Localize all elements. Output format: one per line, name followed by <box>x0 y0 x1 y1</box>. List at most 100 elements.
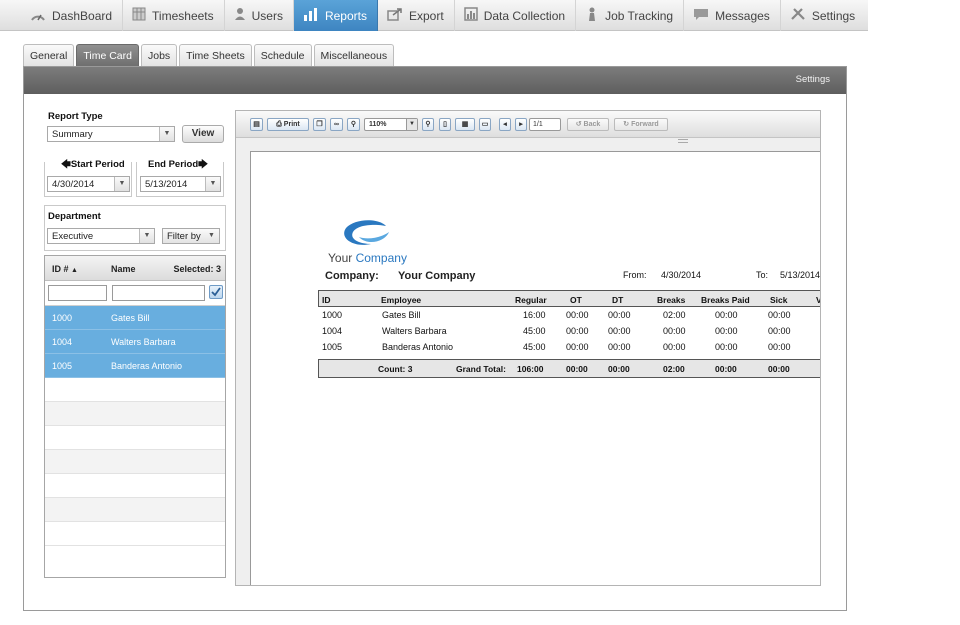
chevron-down-icon: ▼ <box>114 177 129 191</box>
company-label: Company: <box>325 270 379 282</box>
zoom-out-button[interactable]: ⚲ <box>422 118 434 131</box>
nav-data-collection[interactable]: Data Collection <box>455 0 577 31</box>
cell-sick: 00:00 <box>768 342 791 352</box>
employee-grid: ID # ▲ Name Selected: 3 1000 Gates Bill … <box>44 255 226 578</box>
table-row[interactable]: 1004 Walters Barbara <box>45 330 225 354</box>
select-all-checkbox[interactable] <box>209 285 223 299</box>
arrow-right-icon: 🡆 <box>198 159 208 170</box>
cell-id: 1005 <box>322 342 343 352</box>
table-row[interactable]: 1005 Banderas Antonio <box>45 354 225 378</box>
forward-icon: ↻ <box>623 121 630 128</box>
arrow-left-icon: 🡄 <box>61 159 71 170</box>
tab-time-card[interactable]: Time Card <box>76 44 139 66</box>
row-id: 1005 <box>52 361 73 371</box>
empty-row <box>45 546 225 570</box>
cell-breaks: 00:00 <box>663 342 686 352</box>
nav-reports[interactable]: Reports <box>293 0 378 31</box>
next-page-button[interactable]: ▸ <box>515 118 527 131</box>
find-button[interactable]: ∞ <box>330 118 343 131</box>
header-employee: Employee <box>381 295 422 305</box>
viewer-toolbar: ▤ ⎙ Print ❐ ∞ ⚲ 110% ▼ ⚲ ▯ ▦ ▭ ◂ ▸ 1/1 ↺… <box>236 111 820 138</box>
zoom-button[interactable]: ⚲ <box>347 118 360 131</box>
nav-label: Settings <box>811 8 856 23</box>
header-dt: DT <box>612 295 624 305</box>
id-filter-input[interactable] <box>48 285 107 301</box>
nav-label: Data Collection <box>483 8 566 23</box>
header-v: V <box>816 295 820 305</box>
settings-link[interactable]: Settings <box>796 74 830 85</box>
nav-export[interactable]: Export <box>378 0 455 31</box>
end-date-value: 5/13/2014 <box>145 179 188 190</box>
sort-asc-icon: ▲ <box>71 267 78 274</box>
nav-settings[interactable]: Settings <box>781 0 865 31</box>
checkmark-icon <box>211 287 221 297</box>
chevron-down-icon: ▼ <box>159 127 174 141</box>
filter-by-button[interactable]: Filter by ▼ <box>162 228 220 244</box>
page-number-input[interactable]: 1/1 <box>529 118 561 131</box>
tab-schedule[interactable]: Schedule <box>253 44 312 66</box>
tools-icon <box>790 7 806 24</box>
single-page-button[interactable]: ▯ <box>439 118 451 131</box>
table-row[interactable]: 1000 Gates Bill <box>45 306 225 330</box>
col-id-header[interactable]: ID # ▲ <box>52 264 78 274</box>
nav-label: DashBoard <box>52 8 113 23</box>
start-date-value: 4/30/2014 <box>52 179 95 190</box>
col-name-header[interactable]: Name <box>111 264 136 274</box>
nav-dashboard[interactable]: DashBoard <box>0 0 124 31</box>
cell-ot: 00:00 <box>566 326 589 336</box>
grid-header: ID # ▲ Name Selected: 3 <box>45 256 225 281</box>
total-dt: 00:00 <box>608 364 630 374</box>
page-width-button[interactable]: ▭ <box>479 118 491 131</box>
copy-button[interactable]: ❐ <box>313 118 326 131</box>
company-logo <box>344 220 389 245</box>
report-type-select[interactable]: Summary ▼ <box>47 126 175 142</box>
user-icon <box>234 7 246 24</box>
bar-chart-icon <box>303 7 319 24</box>
export-icon <box>387 7 403 24</box>
report-type-label: Report Type <box>48 111 103 122</box>
name-filter-input[interactable] <box>112 285 205 301</box>
tab-jobs[interactable]: Jobs <box>140 44 178 66</box>
nav-label: Messages <box>715 8 770 23</box>
printer-icon: ⎙ <box>276 121 282 128</box>
cell-breaks-paid: 00:00 <box>715 326 738 336</box>
back-button[interactable]: ↺ Back <box>567 118 609 131</box>
previous-page-button[interactable]: ◂ <box>499 118 511 131</box>
zoom-value: 110% <box>369 121 387 128</box>
cell-breaks: 00:00 <box>663 326 686 336</box>
company-logo-text: Your Company <box>328 251 407 265</box>
report-type-value: Summary <box>52 129 93 140</box>
zoom-select[interactable]: 110% ▼ <box>364 118 418 131</box>
view-button[interactable]: View <box>182 125 224 143</box>
multi-page-button[interactable]: ▦ <box>455 118 475 131</box>
tab-time-sheets[interactable]: Time Sheets <box>179 44 252 66</box>
department-label: Department <box>48 211 101 222</box>
nav-users[interactable]: Users <box>225 0 294 31</box>
nav-messages[interactable]: Messages <box>684 0 781 31</box>
header-id: ID <box>322 295 331 305</box>
cell-breaks: 02:00 <box>663 310 686 320</box>
total-breaks-paid: 00:00 <box>715 364 737 374</box>
nav-job-tracking[interactable]: Job Tracking <box>576 0 685 31</box>
magnifier-icon: ⚲ <box>350 121 357 128</box>
splitter-handle[interactable] <box>678 139 688 143</box>
tab-general[interactable]: General <box>23 44 75 66</box>
data-collection-icon <box>463 7 478 24</box>
header-breaks: Breaks <box>657 295 686 305</box>
chevron-down-icon: ▼ <box>205 177 220 191</box>
start-date-input[interactable]: 4/30/2014 ▼ <box>47 176 130 192</box>
print-button[interactable]: ⎙ Print <box>267 118 309 131</box>
filter-by-label: Filter by <box>167 231 201 242</box>
department-select[interactable]: Executive ▼ <box>47 228 155 244</box>
export-report-button[interactable]: ▤ <box>250 118 263 131</box>
cell-regular: 16:00 <box>523 310 546 320</box>
row-name: Walters Barbara <box>111 337 176 347</box>
header-regular: Regular <box>515 295 547 305</box>
end-date-input[interactable]: 5/13/2014 ▼ <box>140 176 221 192</box>
forward-button[interactable]: ↻ Forward <box>614 118 668 131</box>
copy-icon: ❐ <box>316 121 323 128</box>
nav-label: Reports <box>324 8 367 23</box>
tab-miscellaneous[interactable]: Miscellaneous <box>313 44 395 66</box>
nav-timesheets[interactable]: Timesheets <box>123 0 225 31</box>
chevron-down-icon: ▼ <box>139 229 154 243</box>
